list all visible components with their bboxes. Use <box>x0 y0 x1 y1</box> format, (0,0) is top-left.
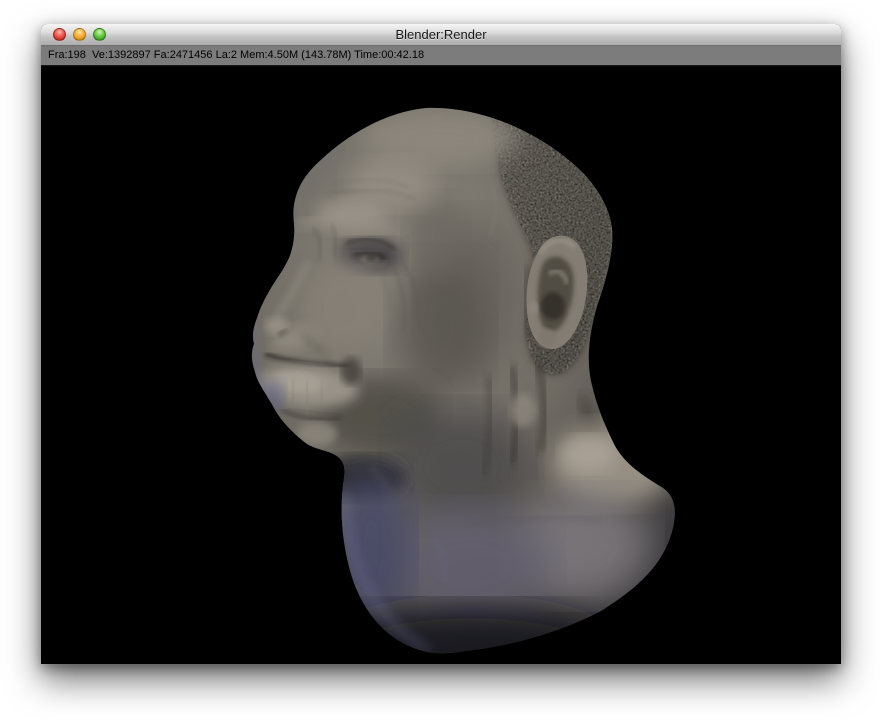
render-stats-bar: Fra:198 Ve:1392897 Fa:2471456 La:2 Mem:4… <box>41 46 841 66</box>
render-stats-text: Fra:198 Ve:1392897 Fa:2471456 La:2 Mem:4… <box>41 46 841 65</box>
maximize-button[interactable] <box>93 28 106 41</box>
close-button[interactable] <box>53 28 66 41</box>
window-title: Blender:Render <box>41 24 841 45</box>
window-controls <box>53 28 106 41</box>
render-view <box>41 66 841 664</box>
rendered-head-image <box>41 66 841 664</box>
window-titlebar[interactable]: Blender:Render <box>41 24 841 46</box>
minimize-button[interactable] <box>73 28 86 41</box>
blender-render-window: Blender:Render Fra:198 Ve:1392897 Fa:247… <box>41 24 841 664</box>
